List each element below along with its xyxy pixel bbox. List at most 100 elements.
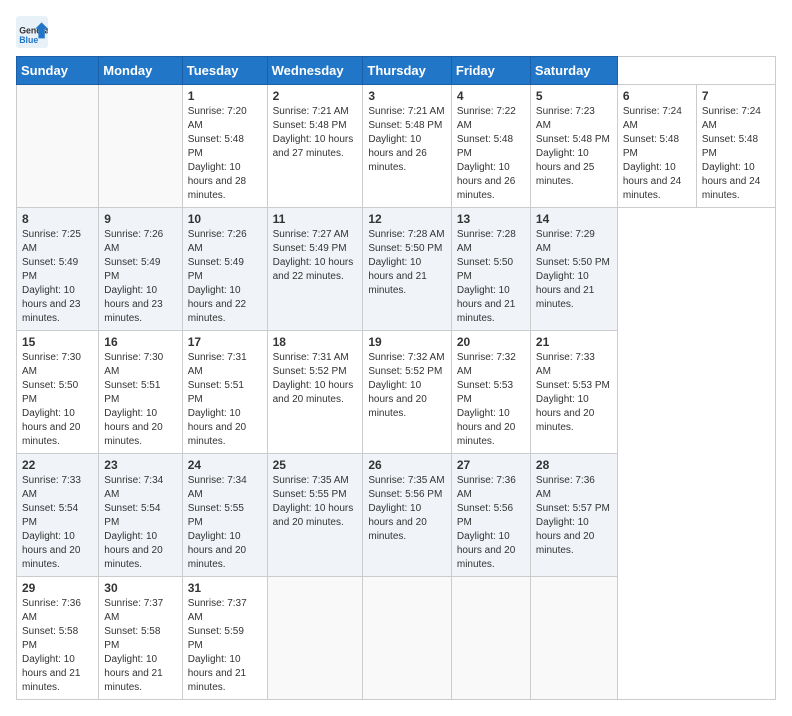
header-day-sunday: Sunday: [17, 57, 99, 85]
calendar-cell: [530, 577, 617, 700]
calendar-cell: 26 Sunrise: 7:35 AM Sunset: 5:56 PM Dayl…: [363, 454, 452, 577]
day-info: Sunrise: 7:28 AM Sunset: 5:50 PM Dayligh…: [457, 228, 525, 326]
header: General Blue: [16, 16, 776, 48]
day-number: 12: [368, 212, 446, 226]
calendar-cell: 8 Sunrise: 7:25 AM Sunset: 5:49 PM Dayli…: [17, 208, 99, 331]
day-number: 24: [188, 458, 262, 472]
logo-icon: General Blue: [16, 16, 48, 48]
day-number: 3: [368, 89, 446, 103]
day-number: 10: [188, 212, 262, 226]
day-info: Sunrise: 7:25 AM Sunset: 5:49 PM Dayligh…: [22, 228, 93, 326]
calendar-cell: 1 Sunrise: 7:20 AM Sunset: 5:48 PM Dayli…: [182, 85, 267, 208]
day-number: 29: [22, 581, 93, 595]
header-day-thursday: Thursday: [363, 57, 452, 85]
calendar-cell: 21 Sunrise: 7:33 AM Sunset: 5:53 PM Dayl…: [530, 331, 617, 454]
day-info: Sunrise: 7:23 AM Sunset: 5:48 PM Dayligh…: [536, 105, 612, 189]
day-info: Sunrise: 7:26 AM Sunset: 5:49 PM Dayligh…: [188, 228, 262, 326]
day-number: 16: [104, 335, 176, 349]
calendar-cell: 10 Sunrise: 7:26 AM Sunset: 5:49 PM Dayl…: [182, 208, 267, 331]
day-number: 25: [273, 458, 358, 472]
calendar-cell: 11 Sunrise: 7:27 AM Sunset: 5:49 PM Dayl…: [267, 208, 363, 331]
day-info: Sunrise: 7:33 AM Sunset: 5:53 PM Dayligh…: [536, 351, 612, 435]
day-number: 7: [702, 89, 770, 103]
day-number: 14: [536, 212, 612, 226]
day-info: Sunrise: 7:34 AM Sunset: 5:54 PM Dayligh…: [104, 474, 176, 572]
calendar-cell: 28 Sunrise: 7:36 AM Sunset: 5:57 PM Dayl…: [530, 454, 617, 577]
day-number: 27: [457, 458, 525, 472]
day-number: 5: [536, 89, 612, 103]
day-info: Sunrise: 7:31 AM Sunset: 5:52 PM Dayligh…: [273, 351, 358, 407]
calendar-cell: 27 Sunrise: 7:36 AM Sunset: 5:56 PM Dayl…: [451, 454, 530, 577]
calendar-cell: 22 Sunrise: 7:33 AM Sunset: 5:54 PM Dayl…: [17, 454, 99, 577]
calendar-cell: 25 Sunrise: 7:35 AM Sunset: 5:55 PM Dayl…: [267, 454, 363, 577]
week-row-5: 29 Sunrise: 7:36 AM Sunset: 5:58 PM Dayl…: [17, 577, 776, 700]
calendar-cell: 4 Sunrise: 7:22 AM Sunset: 5:48 PM Dayli…: [451, 85, 530, 208]
day-number: 23: [104, 458, 176, 472]
day-info: Sunrise: 7:30 AM Sunset: 5:50 PM Dayligh…: [22, 351, 93, 449]
day-info: Sunrise: 7:31 AM Sunset: 5:51 PM Dayligh…: [188, 351, 262, 449]
header-day-saturday: Saturday: [530, 57, 617, 85]
calendar-cell: 12 Sunrise: 7:28 AM Sunset: 5:50 PM Dayl…: [363, 208, 452, 331]
header-day-wednesday: Wednesday: [267, 57, 363, 85]
week-row-4: 22 Sunrise: 7:33 AM Sunset: 5:54 PM Dayl…: [17, 454, 776, 577]
calendar-cell: 2 Sunrise: 7:21 AM Sunset: 5:48 PM Dayli…: [267, 85, 363, 208]
day-info: Sunrise: 7:35 AM Sunset: 5:56 PM Dayligh…: [368, 474, 446, 544]
day-info: Sunrise: 7:24 AM Sunset: 5:48 PM Dayligh…: [623, 105, 691, 203]
day-number: 4: [457, 89, 525, 103]
calendar-cell: 5 Sunrise: 7:23 AM Sunset: 5:48 PM Dayli…: [530, 85, 617, 208]
calendar-cell: [363, 577, 452, 700]
svg-text:Blue: Blue: [19, 35, 38, 45]
calendar-cell: 9 Sunrise: 7:26 AM Sunset: 5:49 PM Dayli…: [99, 208, 182, 331]
day-info: Sunrise: 7:28 AM Sunset: 5:50 PM Dayligh…: [368, 228, 446, 298]
day-info: Sunrise: 7:21 AM Sunset: 5:48 PM Dayligh…: [273, 105, 358, 161]
calendar-cell: 20 Sunrise: 7:32 AM Sunset: 5:53 PM Dayl…: [451, 331, 530, 454]
day-info: Sunrise: 7:32 AM Sunset: 5:53 PM Dayligh…: [457, 351, 525, 449]
day-number: 15: [22, 335, 93, 349]
day-info: Sunrise: 7:22 AM Sunset: 5:48 PM Dayligh…: [457, 105, 525, 203]
calendar-cell: 15 Sunrise: 7:30 AM Sunset: 5:50 PM Dayl…: [17, 331, 99, 454]
day-info: Sunrise: 7:30 AM Sunset: 5:51 PM Dayligh…: [104, 351, 176, 449]
day-info: Sunrise: 7:21 AM Sunset: 5:48 PM Dayligh…: [368, 105, 446, 175]
calendar-cell: 16 Sunrise: 7:30 AM Sunset: 5:51 PM Dayl…: [99, 331, 182, 454]
calendar-cell: [451, 577, 530, 700]
day-number: 19: [368, 335, 446, 349]
day-info: Sunrise: 7:26 AM Sunset: 5:49 PM Dayligh…: [104, 228, 176, 326]
day-number: 1: [188, 89, 262, 103]
calendar-cell: 6 Sunrise: 7:24 AM Sunset: 5:48 PM Dayli…: [617, 85, 696, 208]
day-number: 22: [22, 458, 93, 472]
day-number: 30: [104, 581, 176, 595]
day-info: Sunrise: 7:35 AM Sunset: 5:55 PM Dayligh…: [273, 474, 358, 530]
calendar-cell: 24 Sunrise: 7:34 AM Sunset: 5:55 PM Dayl…: [182, 454, 267, 577]
calendar-cell: 3 Sunrise: 7:21 AM Sunset: 5:48 PM Dayli…: [363, 85, 452, 208]
calendar-table: SundayMondayTuesdayWednesdayThursdayFrid…: [16, 56, 776, 700]
calendar-cell: 14 Sunrise: 7:29 AM Sunset: 5:50 PM Dayl…: [530, 208, 617, 331]
week-row-2: 8 Sunrise: 7:25 AM Sunset: 5:49 PM Dayli…: [17, 208, 776, 331]
calendar-cell: 17 Sunrise: 7:31 AM Sunset: 5:51 PM Dayl…: [182, 331, 267, 454]
day-number: 6: [623, 89, 691, 103]
day-number: 9: [104, 212, 176, 226]
day-number: 11: [273, 212, 358, 226]
week-row-1: 1 Sunrise: 7:20 AM Sunset: 5:48 PM Dayli…: [17, 85, 776, 208]
day-info: Sunrise: 7:36 AM Sunset: 5:57 PM Dayligh…: [536, 474, 612, 558]
day-info: Sunrise: 7:29 AM Sunset: 5:50 PM Dayligh…: [536, 228, 612, 312]
day-number: 2: [273, 89, 358, 103]
day-info: Sunrise: 7:36 AM Sunset: 5:56 PM Dayligh…: [457, 474, 525, 572]
day-number: 8: [22, 212, 93, 226]
day-info: Sunrise: 7:33 AM Sunset: 5:54 PM Dayligh…: [22, 474, 93, 572]
day-number: 31: [188, 581, 262, 595]
day-number: 18: [273, 335, 358, 349]
day-info: Sunrise: 7:24 AM Sunset: 5:48 PM Dayligh…: [702, 105, 770, 203]
calendar-cell: 7 Sunrise: 7:24 AM Sunset: 5:48 PM Dayli…: [696, 85, 775, 208]
calendar-cell: [99, 85, 182, 208]
week-row-3: 15 Sunrise: 7:30 AM Sunset: 5:50 PM Dayl…: [17, 331, 776, 454]
day-number: 21: [536, 335, 612, 349]
day-number: 26: [368, 458, 446, 472]
day-number: 13: [457, 212, 525, 226]
calendar-header-row: SundayMondayTuesdayWednesdayThursdayFrid…: [17, 57, 776, 85]
calendar-cell: 19 Sunrise: 7:32 AM Sunset: 5:52 PM Dayl…: [363, 331, 452, 454]
calendar-cell: 23 Sunrise: 7:34 AM Sunset: 5:54 PM Dayl…: [99, 454, 182, 577]
day-info: Sunrise: 7:34 AM Sunset: 5:55 PM Dayligh…: [188, 474, 262, 572]
day-info: Sunrise: 7:32 AM Sunset: 5:52 PM Dayligh…: [368, 351, 446, 421]
logo: General Blue: [16, 16, 52, 48]
header-day-friday: Friday: [451, 57, 530, 85]
